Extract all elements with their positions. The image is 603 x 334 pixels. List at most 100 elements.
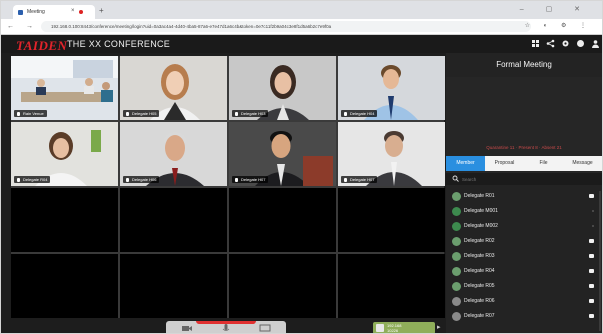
participant-name-tag: Delegate R04 (14, 176, 51, 183)
delegate-name: Delegate R02 (464, 238, 495, 244)
delegate-list-item[interactable]: Delegate R03 (446, 249, 602, 264)
mic-icon (344, 111, 347, 116)
delegate-list-item[interactable]: Delegate R04 (446, 264, 602, 279)
empty-video-tile (11, 188, 118, 252)
delegate-avatar-icon (452, 282, 461, 291)
video-tile[interactable]: Delegate R04 (11, 122, 118, 186)
extension-icons[interactable]: ☆ ◐ ⚙ ⋮ (525, 22, 592, 29)
network-status-chip[interactable]: 192.168 10226 (373, 322, 435, 333)
new-tab-button[interactable]: + (99, 6, 104, 15)
empty-video-tile (338, 254, 445, 318)
video-tile[interactable]: Delegate H06 (120, 122, 227, 186)
delegate-list-item[interactable]: Delegate R01 (446, 189, 602, 204)
delegate-avatar-icon (452, 267, 461, 276)
delegate-mic-icon[interactable] (589, 299, 594, 303)
camera-icon[interactable] (180, 323, 194, 333)
attendance-stats: Quarantine 11 · Present 8 · Absent 21 (486, 145, 562, 150)
delegate-name: Delegate R05 (464, 283, 495, 289)
meeting-title: Formal Meeting (496, 60, 552, 69)
delegate-list-item[interactable]: Delegate M002 (446, 219, 602, 234)
participant-name-tag: Delegate H07 (341, 176, 378, 183)
empty-video-tile (11, 254, 118, 318)
app-header: TAIDEN THE XX CONFERENCE (1, 35, 602, 53)
delegate-mic-icon[interactable] (589, 254, 594, 258)
delegate-name: Delegate R03 (464, 253, 495, 259)
delegate-name: Delegate R07 (464, 313, 495, 319)
participant-name: Delegate H03 (241, 111, 266, 116)
network-icon (376, 324, 384, 332)
delegate-list-item[interactable]: Delegate R07 (446, 309, 602, 324)
participant-name-tag: Delegate H06 (123, 176, 160, 183)
delegate-list-item[interactable]: Delegate M001 (446, 204, 602, 219)
video-tile[interactable]: Rain Venue (11, 56, 118, 120)
delegate-mic-icon[interactable] (589, 269, 594, 273)
empty-video-tile (338, 188, 445, 252)
browser-tab[interactable]: Meeting × (13, 5, 95, 19)
tab-file[interactable]: File (524, 156, 563, 171)
delegate-mic-icon[interactable] (589, 314, 594, 318)
share-icon[interactable] (546, 39, 555, 48)
mic-icon (126, 111, 129, 116)
participant-name-tag: Delegate H03 (232, 110, 269, 117)
url-field[interactable]: 192.168.0.100:8443/conference/meeting/lo… (41, 21, 531, 32)
participant-name-tag: Delegate H05 (123, 110, 160, 117)
tab-close-icon[interactable]: × (71, 8, 75, 14)
panel-tabs: Member Proposal File Message (446, 156, 602, 171)
participant-name: Rain Venue (23, 111, 44, 116)
participant-name-tag: Delegate H04 (341, 110, 378, 117)
browser-tab-bar: Meeting × + – ▢ ✕ (1, 1, 602, 19)
delegate-mic-icon[interactable] (592, 210, 594, 212)
grid-icon[interactable] (531, 39, 540, 48)
search-input[interactable] (462, 175, 592, 183)
tab-member[interactable]: Member (446, 156, 485, 171)
brand-logo: TAIDEN (16, 38, 68, 53)
empty-video-tile (229, 254, 336, 318)
record-icon[interactable] (576, 39, 585, 48)
screen-share-icon[interactable] (258, 323, 272, 333)
delegate-avatar-icon (452, 237, 461, 246)
tab-message[interactable]: Message (563, 156, 602, 171)
delegate-list-item[interactable]: Delegate R06 (446, 294, 602, 309)
recording-indicator-icon (79, 10, 83, 14)
delegate-name: Delegate M002 (464, 223, 498, 229)
mic-icon (17, 111, 20, 116)
empty-video-tile (120, 254, 227, 318)
participant-name: Delegate H04 (350, 111, 375, 116)
empty-video-tile (120, 188, 227, 252)
chevron-right-icon[interactable]: ▸ (437, 323, 441, 331)
tab-proposal[interactable]: Proposal (485, 156, 524, 171)
app-window: Meeting × + – ▢ ✕ ← → ⟳ 192.168.0.100:84… (0, 0, 603, 334)
delegate-avatar-icon (452, 207, 461, 216)
video-tile[interactable]: Delegate H05 (120, 56, 227, 120)
participant-name-tag: Delegate H07 (232, 176, 269, 183)
video-tile[interactable]: Delegate H07 (229, 122, 336, 186)
delegate-list-item[interactable]: Delegate R02 (446, 234, 602, 249)
participant-name: Delegate H07 (241, 177, 266, 182)
mic-icon[interactable] (219, 323, 233, 333)
video-tile[interactable]: Delegate H04 (338, 56, 445, 120)
delegate-name: Delegate R06 (464, 298, 495, 304)
delegate-mic-icon[interactable] (589, 194, 594, 198)
gear-icon[interactable] (561, 39, 570, 48)
delegate-mic-icon[interactable] (592, 225, 594, 227)
user-icon[interactable] (591, 39, 600, 48)
window-controls[interactable]: – ▢ ✕ (520, 5, 590, 13)
list-scrollbar[interactable] (599, 191, 601, 331)
delegate-name: Delegate R01 (464, 193, 495, 199)
delegate-avatar-icon (452, 312, 461, 321)
delegate-name: Delegate M001 (464, 208, 498, 214)
participant-name: Delegate H05 (132, 111, 157, 116)
delegate-mic-icon[interactable] (589, 284, 594, 288)
video-tile[interactable]: Delegate H07 (338, 122, 445, 186)
search-icon (452, 175, 459, 184)
delegate-avatar-icon (452, 192, 461, 201)
delegate-list-item[interactable]: Delegate R05 (446, 279, 602, 294)
favicon-icon (18, 10, 23, 15)
mic-icon (235, 177, 238, 182)
conference-title: THE XX CONFERENCE (67, 39, 171, 49)
mic-icon (126, 177, 129, 182)
video-tile[interactable]: Delegate H03 (229, 56, 336, 120)
participant-name-tag: Rain Venue (14, 110, 47, 117)
delegate-mic-icon[interactable] (589, 239, 594, 243)
bottom-toolbar (166, 321, 286, 333)
